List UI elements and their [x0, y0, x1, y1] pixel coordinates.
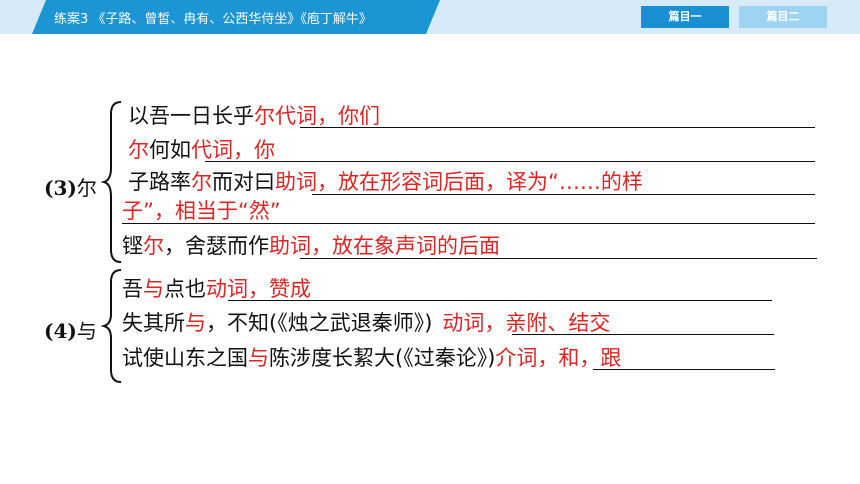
- answer-line-3-2: [205, 161, 815, 162]
- example-4-2-key: 与: [185, 311, 206, 335]
- example-3-4: 铿尔，舍瑟而作助词，放在象声词的后面: [122, 234, 500, 258]
- section-3-label: (3)尔: [44, 172, 97, 201]
- answer-line-4-3: [593, 369, 775, 370]
- answer-line-4-2: [512, 334, 774, 335]
- example-4-3-pre: 试使山东之国: [122, 346, 248, 370]
- example-3-3: 子路率尔而对曰助词，放在形容词后面，译为“……的样: [128, 170, 643, 194]
- example-4-2-post: ，不知(《烛之武退秦师》): [206, 311, 433, 335]
- example-3-4-pre: 铿: [122, 234, 143, 258]
- header-bar: 练案3 《子路、曾皙、冉有、公西华侍坐》《庖丁解牛》 篇目一 篇目二: [0, 0, 860, 34]
- answer-line-4-1: [228, 300, 772, 301]
- example-3-2-post: 何如: [149, 138, 191, 162]
- example-3-3-post: 而对曰: [212, 170, 275, 194]
- example-3-3-answer: 助词，放在形容词后面，译为“……的样: [275, 170, 643, 194]
- lesson-title: 练案3 《子路、曾皙、冉有、公西华侍坐》《庖丁解牛》: [54, 12, 372, 27]
- example-3-1-pre: 以吾一日长乎: [128, 104, 254, 128]
- example-3-1: 以吾一日长乎尔代词，你们: [128, 104, 380, 128]
- example-3-4-key: 尔: [143, 234, 164, 258]
- section-4-number: (4): [44, 319, 77, 343]
- example-4-2-answer: 动词，亲附、结交: [442, 311, 611, 335]
- example-4-1-key: 与: [143, 277, 164, 301]
- answer-line-3-3b: [122, 223, 815, 224]
- example-3-4-post: ，舍瑟而作: [164, 234, 269, 258]
- section-3-brace: [100, 101, 122, 263]
- tab-article-1[interactable]: 篇目一: [641, 6, 729, 28]
- section-3-number: (3): [44, 176, 77, 200]
- section-4-label: (4)与: [44, 315, 97, 344]
- answer-line-3-4: [300, 258, 817, 259]
- section-3-char: 尔: [76, 176, 97, 200]
- example-4-1-post: 点也: [164, 277, 206, 301]
- example-3-3-key: 尔: [191, 170, 212, 194]
- example-3-1-answer: 代词，你们: [275, 104, 380, 128]
- example-4-3-key: 与: [248, 346, 269, 370]
- example-3-1-key: 尔: [254, 104, 275, 128]
- section-4-char: 与: [76, 319, 97, 343]
- example-4-1-answer: 动词，赞成: [206, 277, 311, 301]
- answer-line-3-3: [312, 194, 815, 195]
- example-4-3: 试使山东之国与陈涉度长絜大(《过秦论》)介词，和，跟: [122, 346, 621, 370]
- example-4-3-post: 陈涉度长絜大(《过秦论》): [269, 346, 496, 370]
- lesson-title-banner: 练案3 《子路、曾皙、冉有、公西华侍坐》《庖丁解牛》: [32, 0, 440, 34]
- example-3-3-answer-cont: 子”，相当于“然”: [122, 199, 281, 223]
- example-4-2: 失其所与，不知(《烛之武退秦师》) 动词，亲附、结交: [122, 311, 610, 335]
- tab-article-2[interactable]: 篇目二: [739, 6, 827, 28]
- answer-line-3-1: [300, 127, 815, 128]
- example-4-2-pre: 失其所: [122, 311, 185, 335]
- example-3-4-answer: 助词，放在象声词的后面: [269, 234, 500, 258]
- example-3-2-key: 尔: [128, 138, 149, 162]
- example-3-2-answer: 代词，你: [191, 138, 275, 162]
- example-3-2: 尔何如代词，你: [128, 138, 275, 162]
- example-4-1-pre: 吾: [122, 277, 143, 301]
- example-4-3-answer: 介词，和，跟: [495, 346, 622, 370]
- example-3-3-pre: 子路率: [128, 170, 191, 194]
- section-4-brace: [100, 269, 122, 383]
- example-4-1: 吾与点也动词，赞成: [122, 277, 311, 301]
